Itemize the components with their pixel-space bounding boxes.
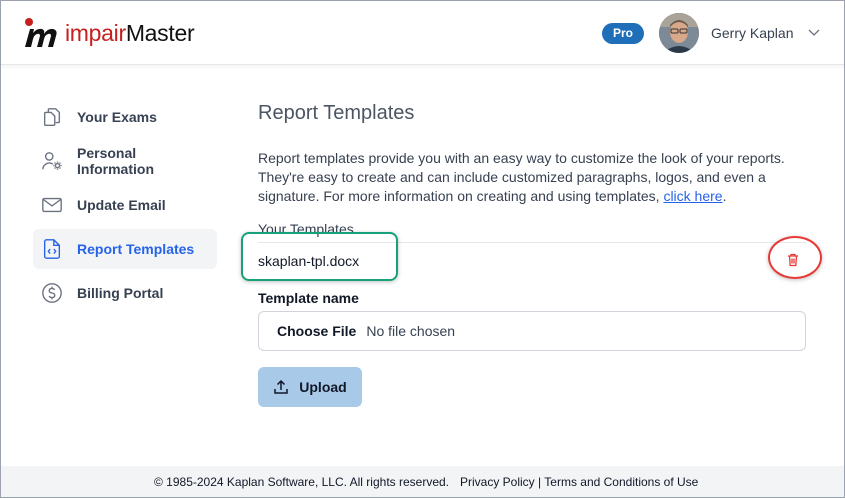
file-status: No file chosen: [366, 323, 456, 339]
sidebar-item-label: Billing Portal: [77, 285, 164, 301]
user-avatar[interactable]: [659, 13, 699, 53]
choose-file-button[interactable]: Choose File: [277, 323, 356, 339]
main-content: Report Templates Report templates provid…: [241, 97, 822, 407]
documents-icon: [43, 108, 61, 126]
sidebar-item-your-exams[interactable]: Your Exams: [33, 97, 217, 137]
sidebar-item-label: Your Exams: [77, 109, 157, 125]
page-description: Report templates provide you with an eas…: [258, 150, 785, 204]
pro-badge: Pro: [602, 23, 644, 44]
upload-icon: [274, 379, 289, 394]
impairmaster-logo-icon: [25, 18, 57, 47]
chevron-down-icon[interactable]: [807, 25, 821, 39]
dollar-circle-icon: [42, 283, 62, 303]
envelope-icon: [42, 197, 62, 213]
sidebar-item-label: Update Email: [77, 197, 166, 213]
file-code-icon: [43, 239, 61, 259]
sidebar-item-billing-portal[interactable]: Billing Portal: [33, 273, 217, 313]
sidebar-nav: Your Exams Personal Information Update E…: [33, 97, 217, 317]
app-header: impairMaster Pro Gerry Kaplan: [1, 1, 844, 65]
user-settings-icon: [42, 152, 62, 170]
footer-copyright: © 1985-2024 Kaplan Software, LLC. All ri…: [154, 474, 450, 489]
sidebar-item-report-templates[interactable]: Report Templates: [33, 229, 217, 269]
sidebar-item-label: Report Templates: [77, 241, 195, 257]
sidebar-item-personal-information[interactable]: Personal Information: [33, 141, 217, 181]
user-name[interactable]: Gerry Kaplan: [711, 25, 793, 41]
page-footer: © 1985-2024 Kaplan Software, LLC. All ri…: [1, 466, 844, 497]
avatar-photo-icon: [659, 13, 699, 53]
terms-link[interactable]: Terms and Conditions of Use: [544, 475, 698, 489]
template-name-label: Template name: [258, 290, 359, 306]
sidebar-item-label: Personal Information: [77, 145, 154, 177]
footer-separator: |: [538, 474, 542, 489]
upload-button[interactable]: Upload: [258, 367, 362, 407]
app-logo-text: impairMaster: [65, 19, 195, 46]
sidebar-item-update-email[interactable]: Update Email: [33, 185, 217, 225]
page-title: Report Templates: [258, 102, 415, 124]
privacy-policy-link[interactable]: Privacy Policy: [460, 475, 535, 489]
upload-button-label: Upload: [299, 379, 347, 395]
help-link[interactable]: click here: [663, 188, 722, 204]
delete-highlight-annotation: [768, 236, 822, 279]
footer-links: Privacy Policy | Terms and Conditions of…: [460, 475, 698, 489]
file-input[interactable]: Choose File No file chosen: [258, 311, 806, 351]
app-logo[interactable]: impairMaster: [23, 17, 195, 49]
template-highlight-annotation: [241, 232, 398, 281]
